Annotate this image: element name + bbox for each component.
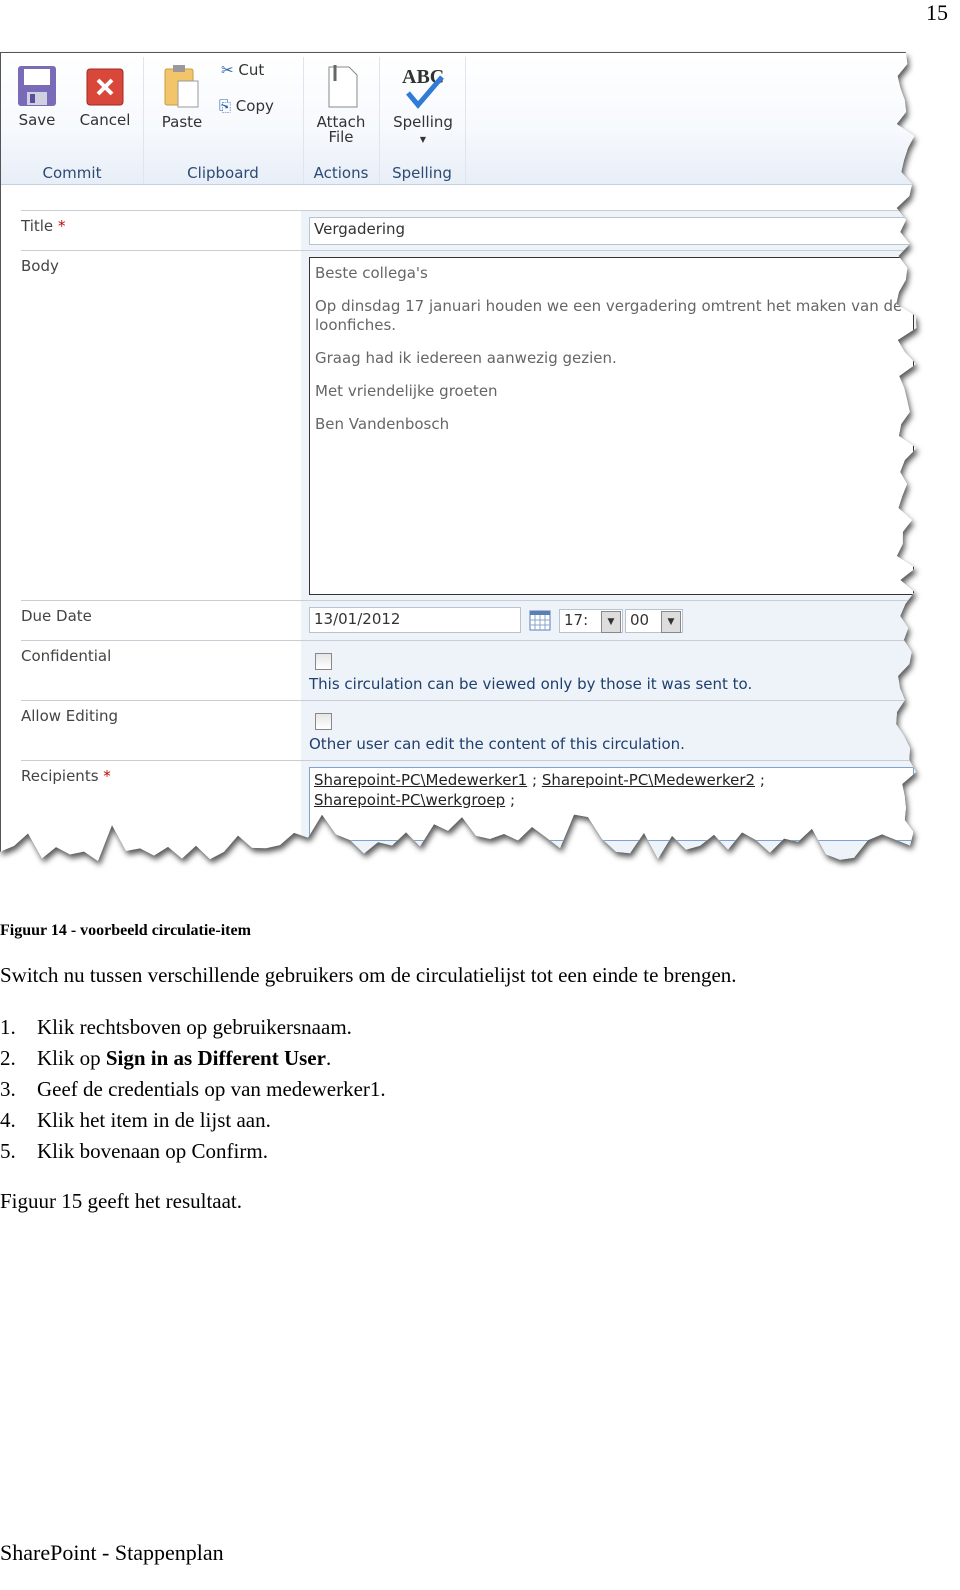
recipients-row: Recipients * Sharepoint-PC\Medewerker1 ;… — [21, 760, 917, 862]
ribbon-group-actions: Attach File Actions — [303, 57, 380, 184]
scissors-icon: ✂ — [221, 61, 234, 79]
save-icon — [18, 66, 56, 106]
chevron-down-icon: ▼ — [601, 611, 621, 633]
ribbon: Save Cancel Commit Paste ✂ Cut ⎘ Copy Cl… — [1, 53, 917, 185]
attach-file-icon — [328, 65, 358, 108]
ribbon-group-clipboard: Paste ✂ Cut ⎘ Copy Clipboard — [143, 57, 304, 184]
sharepoint-form-screenshot: Save Cancel Commit Paste ✂ Cut ⎘ Copy Cl… — [0, 52, 917, 862]
body-paragraph: Beste collega's — [315, 264, 428, 282]
paste-icon — [164, 65, 199, 108]
body-paragraph: Ben Vandenbosch — [315, 415, 450, 433]
allow-editing-checkbox[interactable] — [315, 713, 332, 730]
recipients-input[interactable]: Sharepoint-PC\Medewerker1 ; Sharepoint-P… — [309, 767, 914, 841]
ribbon-group-commit: Save Cancel Commit — [1, 57, 144, 184]
chevron-down-icon: ▼ — [661, 611, 681, 633]
spelling-button[interactable]: ABC Spelling ▼ — [387, 63, 459, 147]
steps-list: 1. Klik rechtsboven op gebruikersnaam. 2. K… — [0, 1015, 386, 1170]
body-paragraph: Met vriendelijke groeten — [315, 382, 498, 400]
confidential-checkbox[interactable] — [315, 653, 332, 670]
minute-select[interactable]: 00 ▼ — [625, 609, 683, 633]
step-item: 1. Klik rechtsboven op gebruikersnaam. — [0, 1015, 352, 1039]
body-editor[interactable]: Beste collega's Op dinsdag 17 januari hou… — [309, 257, 914, 595]
outro-paragraph: Figuur 15 geeft het resultaat. — [0, 1189, 243, 1213]
step-number: 2. — [0, 1046, 16, 1070]
step-number: 1. — [0, 1015, 16, 1039]
cancel-icon — [86, 68, 124, 106]
dropdown-arrow-icon: ▼ — [419, 135, 427, 144]
save-button[interactable]: Save — [15, 65, 59, 128]
step-item: 4. Klik het item in de lijst aan. — [0, 1108, 271, 1132]
due-date-input[interactable]: 13/01/2012 — [309, 607, 521, 633]
ribbon-group-spelling: ABC Spelling ▼ Spelling — [379, 57, 466, 184]
title-row: Title * Vergadering — [21, 210, 917, 251]
hour-select[interactable]: 17: ▼ — [559, 609, 623, 633]
body-paragraph: Op dinsdag 17 januari houden we een verg… — [315, 297, 903, 334]
step-item: 2. Klik op Sign in as Different User. — [0, 1046, 332, 1070]
allow-editing-row: Allow Editing Other user can edit the co… — [21, 700, 917, 761]
step-number: 4. — [0, 1108, 16, 1132]
document-page: 15 Save Cancel Commit Paste ✂ Cut ⎘ Copy… — [0, 0, 960, 1590]
confidential-row: Confidential This circulation can be vie… — [21, 640, 917, 701]
cut-button[interactable]: ✂ Cut — [221, 63, 264, 78]
step-item: 3. Geef de credentials op van medewerker1… — [0, 1077, 386, 1101]
spelling-check-icon: ABC — [402, 66, 444, 109]
title-input[interactable]: Vergadering — [309, 217, 914, 245]
body-paragraph: Graag had ik iedereen aanwezig gezien. — [315, 349, 617, 367]
step-item: 5. Klik bovenaan op Confirm. — [0, 1139, 268, 1163]
page-footer: SharePoint - Stappenplan — [0, 1540, 224, 1565]
calendar-icon[interactable] — [529, 609, 551, 631]
page-number: 15 — [926, 0, 948, 25]
step-number: 3. — [0, 1077, 16, 1101]
copy-icon: ⎘ — [219, 97, 232, 115]
figure-caption: Figuur 14 - voorbeeld circulatie-item — [0, 922, 251, 939]
attach-file-button[interactable]: Attach File — [311, 63, 371, 145]
recipient-link[interactable]: Sharepoint-PC\Medewerker1 — [314, 771, 527, 789]
cancel-button[interactable]: Cancel — [77, 65, 133, 128]
intro-paragraph: Switch nu tussen verschillende gebruiker… — [0, 963, 737, 987]
due-date-row: Due Date 13/01/2012 17: ▼ 00 ▼ — [21, 600, 917, 641]
step-number: 5. — [0, 1139, 16, 1163]
screenshot-figure: Save Cancel Commit Paste ✂ Cut ⎘ Copy Cl… — [0, 52, 925, 882]
body-row: Body Beste collega's Op dinsdag 17 januar… — [21, 250, 917, 601]
paste-button[interactable]: Paste — [157, 63, 207, 130]
copy-button[interactable]: ⎘ Copy — [219, 99, 274, 114]
recipient-link[interactable]: Sharepoint-PC\Medewerker2 — [542, 771, 755, 789]
recipient-link[interactable]: Sharepoint-PC\werkgroep — [314, 791, 505, 809]
